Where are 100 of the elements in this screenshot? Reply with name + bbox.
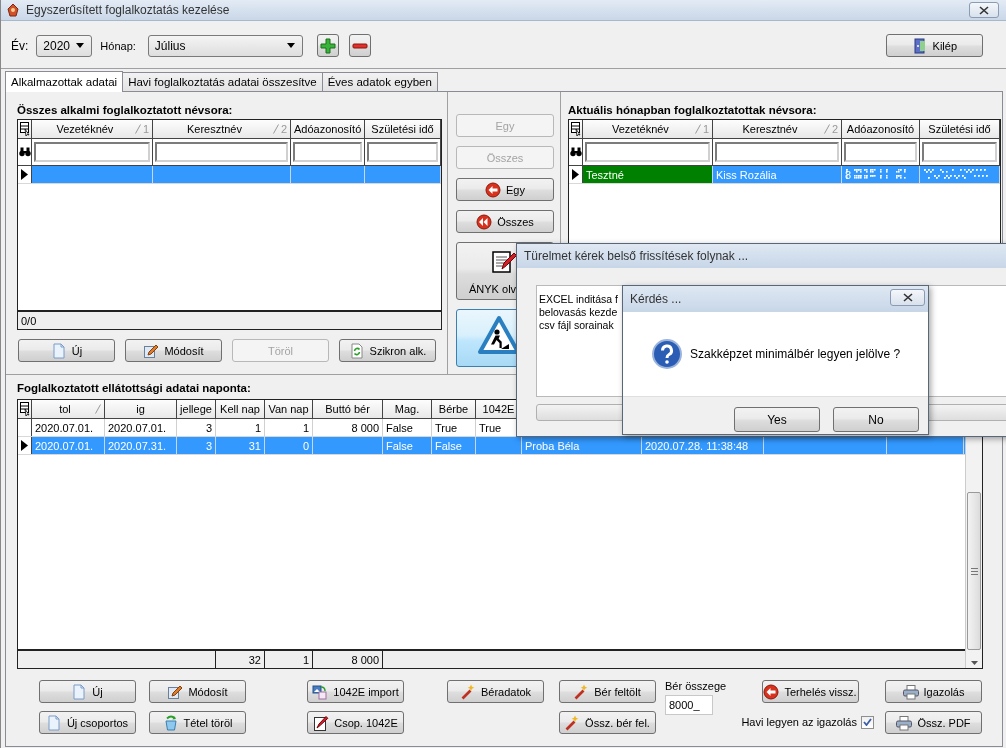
dialog-message: Szakképzet minimálbér legyen jelölve ? [690,347,901,361]
close-button[interactable] [890,289,925,306]
checkbox[interactable] [861,715,874,729]
column-header[interactable]: Mag. [383,400,432,418]
import-button[interactable]: 1042E import [307,680,404,703]
add-button[interactable] [316,34,339,57]
column-header[interactable]: tol [32,400,105,418]
sort-order: 1 [142,123,149,135]
wage-data-button[interactable]: Béradatok [447,680,544,703]
table-cell: 0 [302,439,309,452]
modify-button[interactable]: Módosít [149,680,246,703]
table-cell: True [479,421,502,434]
wage-field[interactable]: 8000_ [665,695,713,715]
column-header[interactable]: Születési idő [365,120,441,138]
column-header[interactable]: ig [105,400,177,418]
tab[interactable]: Havi foglalkoztatás adatai összesítve [122,72,323,91]
sort-icon [694,124,701,134]
refresh-icon [348,342,365,359]
group-import-button[interactable]: Csop. 1042E [307,711,404,734]
column-header[interactable]: Buttó bér [313,400,383,418]
magic-wand-icon [573,683,590,700]
column-header[interactable]: Adóazonosító [842,120,920,138]
exit-button[interactable]: Kilép [885,34,983,57]
month-label: Hónap: [100,39,136,52]
table-cell: 31 [248,439,261,452]
row-pointer-icon [21,440,28,451]
filter-field[interactable] [293,142,362,162]
table-cell: False [386,439,413,452]
column-header[interactable]: Keresztnév 2 [153,120,291,138]
one-back-button[interactable]: Egy [456,178,554,201]
sort-order: 2 [280,123,287,135]
sync-button[interactable]: Szikron alk. [339,339,436,362]
month-select[interactable]: Július [147,34,303,57]
table-cell: False [435,439,462,452]
all-back-button[interactable]: Összes [456,210,554,233]
column-header[interactable]: Kell nap [216,400,265,418]
tab[interactable]: Alkalmazottak adatai [5,71,124,92]
table-cell: 2020.07.31. [108,439,167,452]
delete-item-button[interactable]: Tétel töröl [149,711,246,734]
section-heading: Foglalkoztatott ellátottsági adatai naponta: [17,381,252,395]
close-button[interactable] [969,2,999,18]
magic-wand-icon [459,683,476,700]
filter-field[interactable] [844,142,917,162]
column-header[interactable]: Születési idő [920,120,1000,138]
filter-field[interactable] [585,142,710,162]
column-header[interactable]: Keresztnév 2 [713,120,842,138]
checkbox-label: Havi legyen az igazolás [741,716,857,728]
sort-icon [823,124,830,134]
column-header[interactable]: Bérbe [432,400,476,418]
column-header[interactable]: Van nap [265,400,313,418]
table-cell: 1 [302,421,309,434]
column-header[interactable]: Vezetéknév 1 [583,120,713,138]
no-button[interactable]: No [833,407,919,432]
sort-icon [134,124,141,134]
table-cell: 2020.07.28. 11:38:48 [645,439,749,452]
yes-button[interactable]: Yes [734,407,820,432]
filter-field[interactable] [922,142,997,162]
certificate-button[interactable]: Igazolás [885,680,982,703]
log-line: belovasás kezde [539,306,618,319]
total-wage-button[interactable]: Össz. bér fel. [558,711,656,734]
filter-field[interactable] [155,142,288,162]
document-icon [45,714,62,731]
column-header[interactable]: Adóazonosító [291,120,365,138]
table-cell: False [386,421,413,434]
pencil-icon [143,342,160,359]
filter-field[interactable] [715,142,839,162]
year-select[interactable]: 2020 [36,34,93,57]
year-label: Év: [11,38,29,53]
wage-fill-button[interactable]: Bér feltölt [558,680,656,703]
section-heading: Összes alkalmi foglalkoztatott névsora: [17,103,234,117]
total-cell: 32 [248,653,261,666]
modify-button[interactable]: Módosít [125,339,222,362]
window-title: Egyszerűsített foglalkoztatás kezelése [26,3,230,17]
pencil-icon [167,683,184,700]
row-pointer-icon [572,169,579,180]
total-cell: 1 [302,653,309,666]
question-icon [652,339,682,369]
column-header[interactable]: Vezetéknév 1 [32,120,153,138]
table-row[interactable] [18,166,441,184]
filter-field[interactable] [34,142,150,162]
group-new-button[interactable]: Új csoportos [38,711,136,734]
down-arrow-icon [970,661,978,665]
notepad-pen-icon [313,714,330,731]
table-cell: Kiss Rozália [716,168,777,181]
sort-order: 1 [702,123,709,135]
reversal-button[interactable]: Terhelés vissz. [761,680,859,703]
remove-button[interactable] [348,34,371,57]
column-header[interactable]: jellege [177,400,216,418]
tab[interactable]: Éves adatok egyben [321,72,438,91]
binoculars-icon [18,147,31,157]
pdf-button[interactable]: Össz. PDF [885,711,982,734]
new-button[interactable]: Új [38,680,136,703]
column-chooser-icon [570,122,581,136]
table-cell: 2020.07.01. [108,421,167,434]
new-button[interactable]: Új [18,339,115,362]
check-icon [863,718,872,726]
table-cell: 2020.07.01. [35,421,94,434]
column-chooser-icon [19,402,30,416]
sort-order: 2 [831,123,838,135]
filter-field[interactable] [367,142,438,162]
